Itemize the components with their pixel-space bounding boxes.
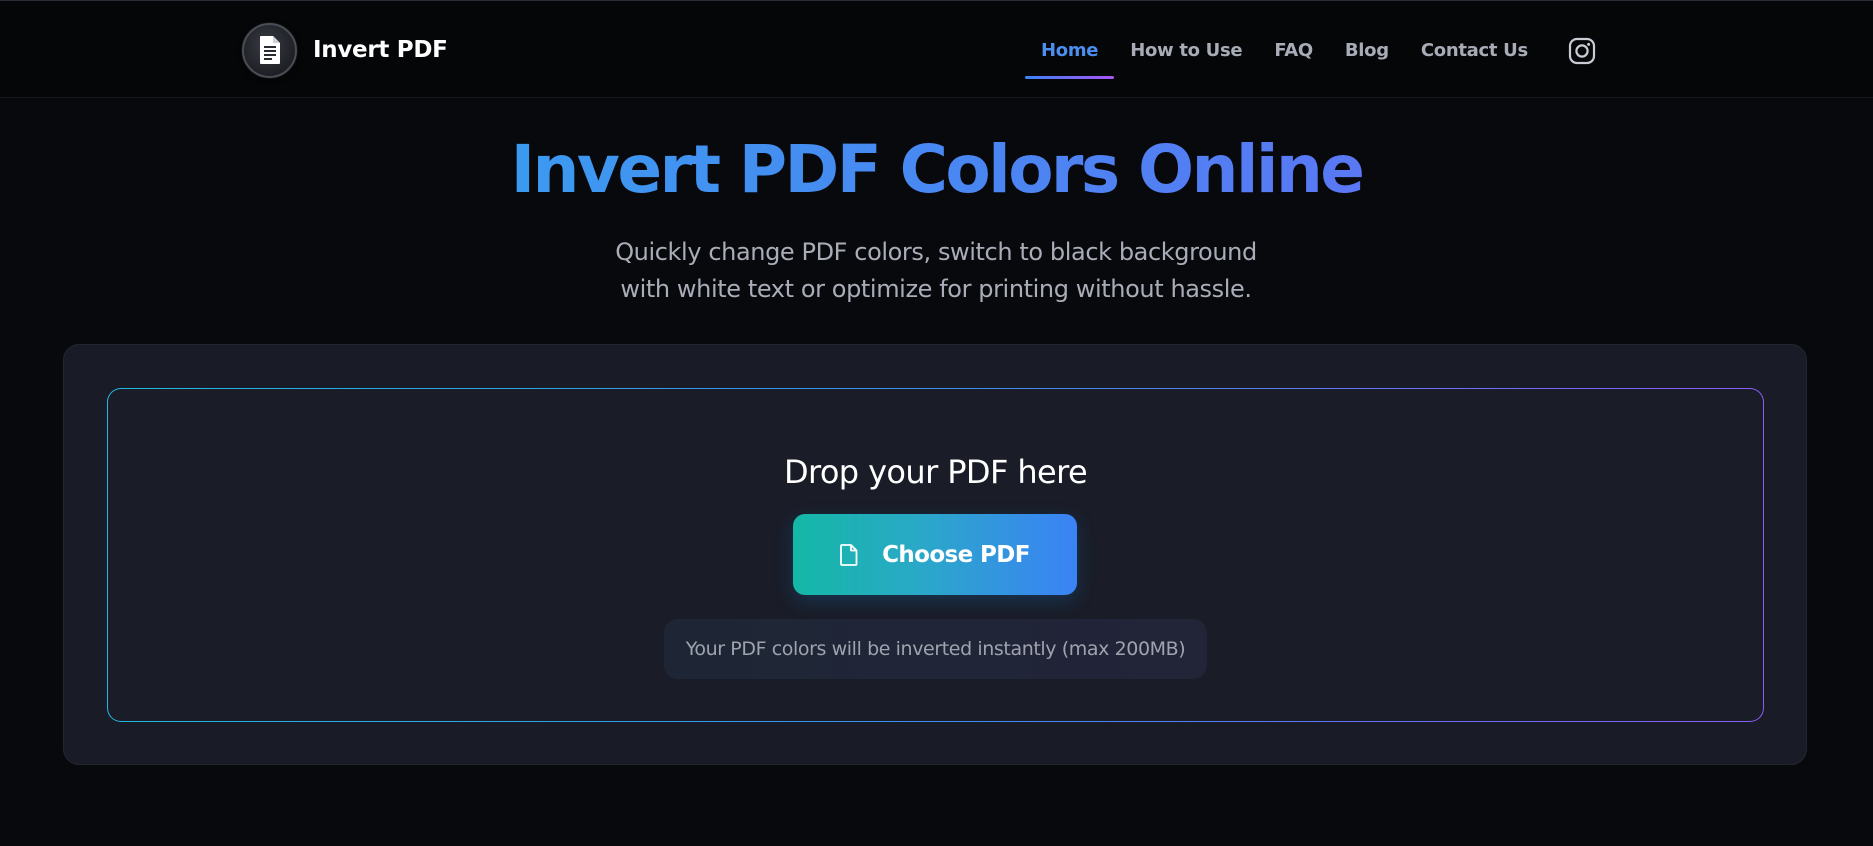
upload-hint-text: Your PDF colors will be inverted instant…	[685, 638, 1186, 660]
page-title: Invert PDF Colors Online	[0, 128, 1873, 212]
brand[interactable]: Invert PDF	[242, 22, 448, 78]
site-header: Invert PDF Home How to Use FAQ Blog Cont…	[0, 0, 1873, 98]
nav-contact-us[interactable]: Contact Us	[1405, 29, 1544, 73]
choose-pdf-button[interactable]: Choose PDF	[793, 514, 1077, 595]
instagram-icon	[1568, 37, 1595, 65]
page-subtitle: Quickly change PDF colors, switch to bla…	[536, 234, 1336, 308]
choose-pdf-label: Choose PDF	[882, 541, 1030, 568]
upload-hint: Your PDF colors will be inverted instant…	[664, 619, 1207, 679]
file-icon	[840, 543, 858, 566]
nav-blog[interactable]: Blog	[1329, 29, 1405, 73]
logo	[242, 22, 297, 78]
subtitle-line-2: with white text or optimize for printing…	[620, 275, 1252, 303]
pdf-dropzone[interactable]: Drop your PDF here Choose PDF Your PDF c…	[107, 388, 1764, 722]
nav-how-to-use[interactable]: How to Use	[1114, 29, 1258, 73]
subtitle-line-1: Quickly change PDF colors, switch to bla…	[615, 238, 1257, 266]
upload-card: Drop your PDF here Choose PDF Your PDF c…	[63, 344, 1807, 765]
page: Invert PDF Home How to Use FAQ Blog Cont…	[0, 0, 1873, 846]
document-icon	[259, 36, 280, 64]
nav-faq[interactable]: FAQ	[1258, 29, 1329, 73]
instagram-link[interactable]	[1566, 35, 1598, 67]
brand-name: Invert PDF	[313, 37, 448, 63]
page-title-text: Invert PDF Colors Online	[510, 131, 1365, 208]
nav-home[interactable]: Home	[1025, 29, 1115, 79]
dropzone-title: Drop your PDF here	[783, 453, 1088, 491]
main-nav: Home How to Use FAQ Blog Contact Us	[1025, 29, 1598, 79]
